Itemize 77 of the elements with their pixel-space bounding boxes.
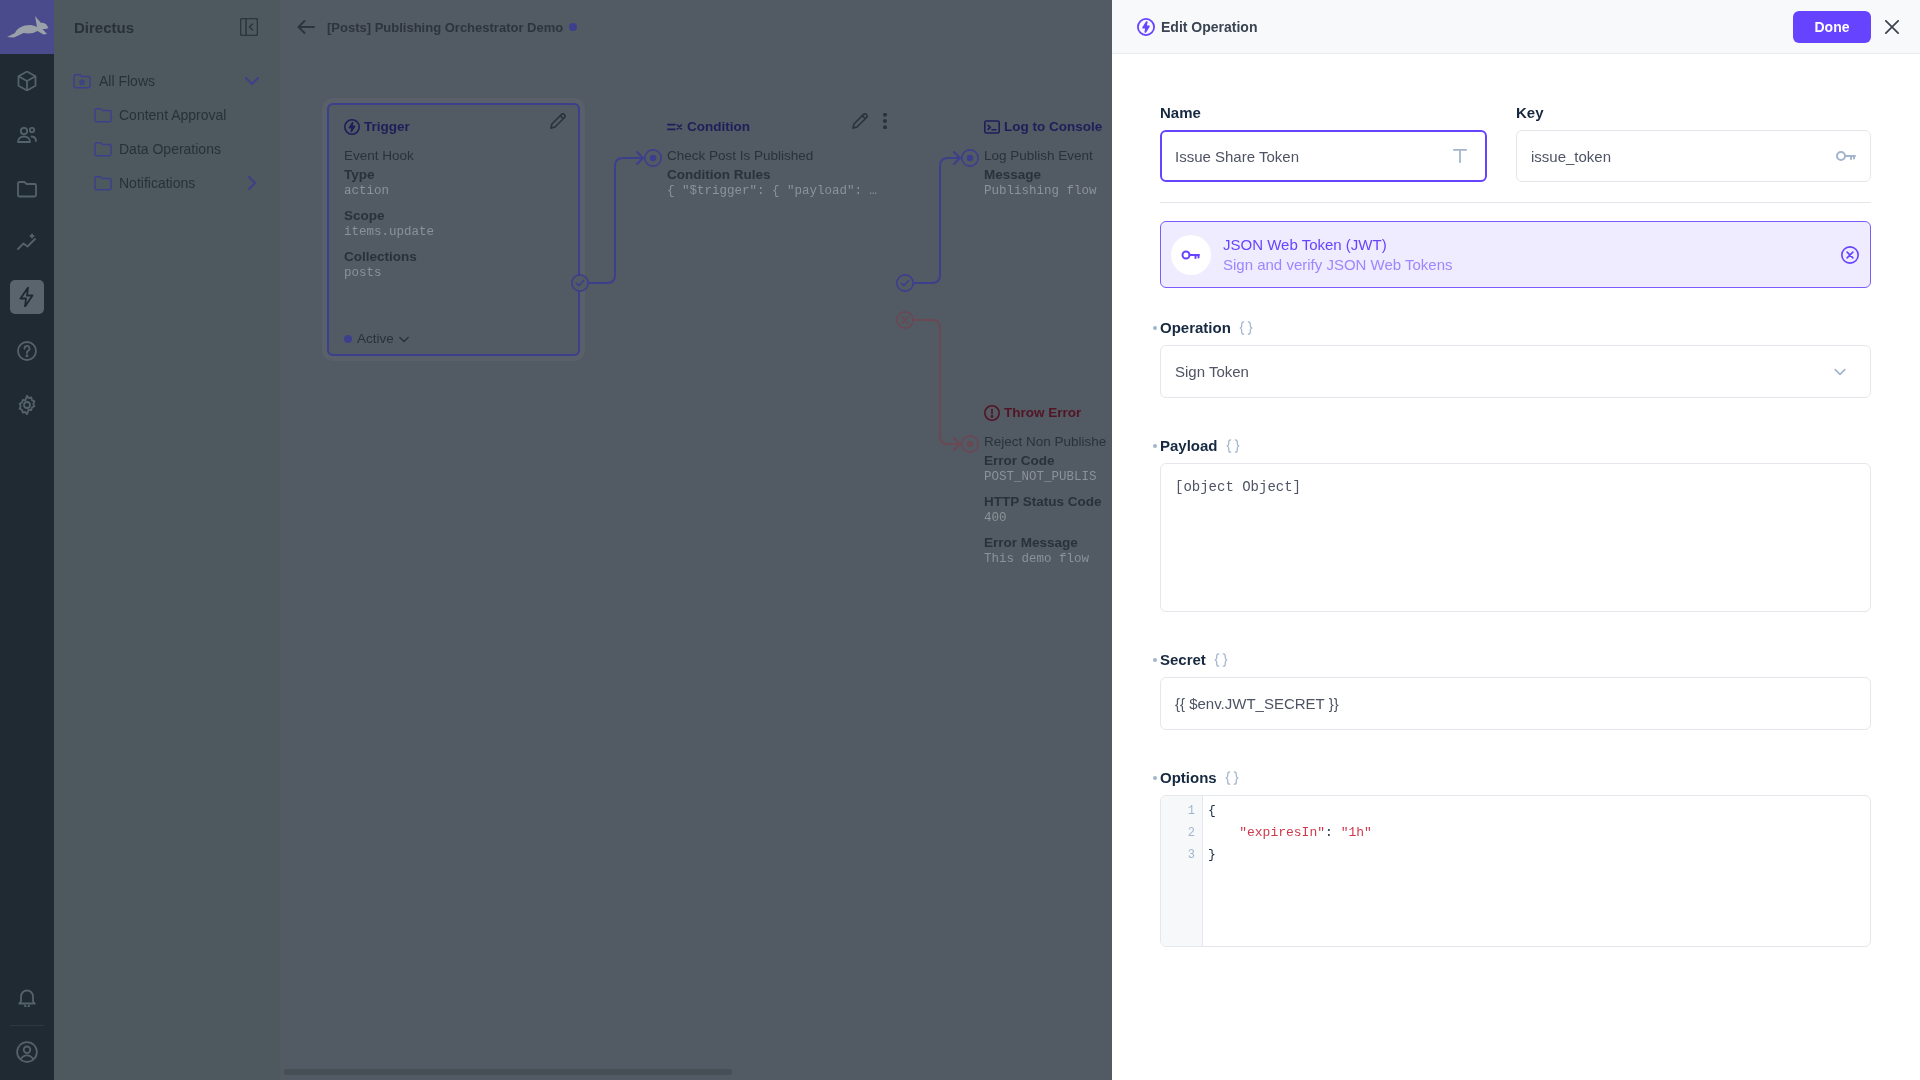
alert-circle-icon <box>984 404 1000 421</box>
field-label: Payload <box>1160 437 1218 455</box>
field-value: posts <box>344 265 383 282</box>
x-circle-icon[interactable] <box>896 311 914 329</box>
text-format-icon <box>1453 149 1467 163</box>
folder-icon <box>94 175 112 191</box>
chevron-right-icon[interactable] <box>245 176 259 190</box>
code-line: { <box>1208 802 1217 820</box>
close-circle-icon[interactable] <box>1841 245 1859 264</box>
field-value: items.update <box>344 224 435 241</box>
field-label: Secret <box>1160 651 1206 669</box>
chevron-down-icon <box>1834 367 1846 376</box>
bell-icon[interactable] <box>18 987 36 1007</box>
dot-circle-icon[interactable] <box>644 149 662 167</box>
pencil-icon[interactable] <box>550 112 566 129</box>
close-button[interactable] <box>1885 19 1899 34</box>
settings-icon <box>17 395 37 415</box>
field-label: Key <box>1516 104 1544 122</box>
field-label: Options <box>1160 769 1217 787</box>
drawer-title: Edit Operation <box>1161 18 1258 35</box>
braces-icon[interactable] <box>1213 653 1228 667</box>
field-label: Name <box>1160 104 1201 122</box>
done-button[interactable]: Done <box>1793 10 1871 43</box>
cube-icon <box>17 71 37 91</box>
panel-title: Trigger <box>364 118 410 135</box>
line-number: 3 <box>1186 847 1195 864</box>
panel-title: Condition <box>687 118 750 135</box>
line-number: 1 <box>1186 803 1195 820</box>
code-line: "expiresIn": "1h" <box>1238 824 1372 842</box>
key-icon <box>1171 234 1211 275</box>
panel-title: Throw Error <box>1004 404 1082 421</box>
rabbit-logo-icon[interactable] <box>0 0 54 54</box>
code-editor[interactable]: 1 2 3 { "expiresIn": "1h" } <box>1160 795 1871 947</box>
field-value: This demo flow <box>984 551 1091 568</box>
folder-icon <box>94 107 112 123</box>
key-icon <box>1836 151 1856 161</box>
panel-icon[interactable] <box>240 18 258 36</box>
input-field[interactable]: {{ $env.JWT_SECRET }} <box>1160 677 1871 730</box>
braces-icon[interactable] <box>1238 321 1253 335</box>
dot-circle-icon[interactable] <box>961 149 979 167</box>
operation-description: Sign and verify JSON Web Tokens <box>1223 254 1453 275</box>
braces-icon[interactable] <box>1224 771 1239 785</box>
field-value: Publishing flow <box>984 183 1098 200</box>
module-button[interactable] <box>10 280 44 314</box>
check-circle-icon[interactable] <box>571 274 589 292</box>
help-icon <box>17 341 37 361</box>
check-circle-icon[interactable] <box>896 274 914 292</box>
select-field[interactable]: Sign Token <box>1160 345 1871 398</box>
field-value: { "$trigger": { "payload": … <box>667 183 879 200</box>
user-circle-icon[interactable] <box>16 1041 38 1063</box>
code-line: } <box>1208 846 1217 864</box>
folder-icon <box>94 141 112 157</box>
field-value: POST_NOT_PUBLIS <box>984 469 1098 486</box>
chevron-down-icon[interactable] <box>245 74 259 88</box>
chevron-down-icon <box>398 335 409 343</box>
pencil-icon[interactable] <box>852 112 868 129</box>
people-icon <box>17 125 37 145</box>
trend-line-icon <box>17 233 37 253</box>
field-value: action <box>344 183 390 200</box>
folder-icon <box>17 179 37 199</box>
folder-star-icon <box>73 73 91 89</box>
terminal-icon <box>984 118 1000 135</box>
dot-circle-icon[interactable] <box>961 435 979 453</box>
line-number: 2 <box>1186 825 1195 842</box>
close-icon <box>1885 19 1899 34</box>
field-value: 400 <box>984 510 1008 527</box>
back-arrow-icon[interactable] <box>297 19 315 35</box>
braces-icon[interactable] <box>1225 439 1240 453</box>
input-field[interactable]: Issue Share Token <box>1160 130 1487 182</box>
operation-type-card[interactable]: JSON Web Token (JWT) Sign and verify JSON Web Tokens <box>1160 221 1871 288</box>
textarea-field[interactable]: [object Object] <box>1160 463 1871 612</box>
input-field[interactable]: issue_token <box>1516 130 1871 182</box>
operation-title: JSON Web Token (JWT) <box>1223 234 1388 255</box>
bolt-circle-icon <box>344 118 360 135</box>
bolt-circle-icon <box>1137 17 1155 36</box>
panel-title: Log to Console <box>1004 118 1103 135</box>
field-label: Operation <box>1160 319 1231 337</box>
